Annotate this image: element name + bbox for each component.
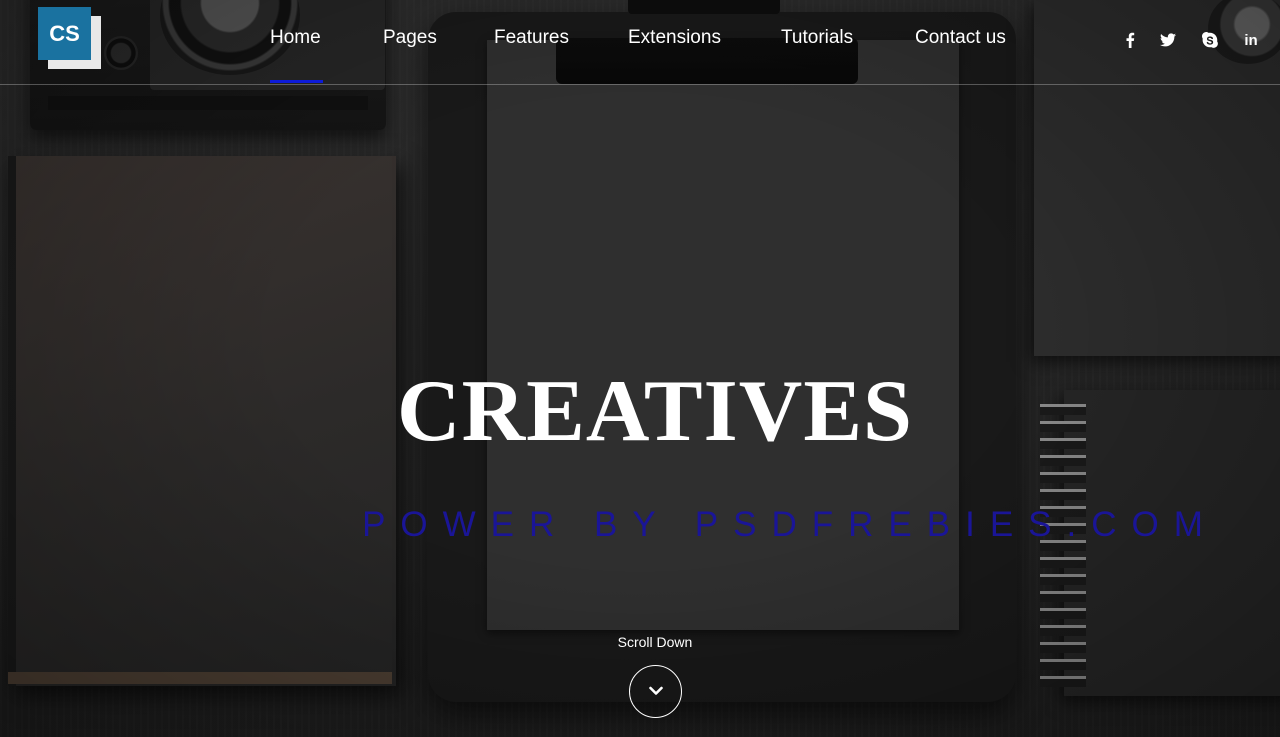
hero-title: CREATIVES xyxy=(397,363,913,460)
nav-item-features[interactable]: Features xyxy=(494,25,569,51)
nav-active-indicator xyxy=(270,80,323,83)
nav-item-extensions[interactable]: Extensions xyxy=(628,25,721,51)
scroll-down-button[interactable] xyxy=(629,665,682,718)
hero-subtitle: POWER BY PSDFREBIES.COM xyxy=(0,504,1280,546)
chevron-down-icon xyxy=(648,683,663,701)
nav-item-tutorials[interactable]: Tutorials xyxy=(781,25,853,51)
linkedin-icon[interactable]: in xyxy=(1240,30,1262,50)
main-nav: Home Pages Features Extensions Tutorials… xyxy=(0,0,1060,85)
hero-subtitle-text: POWER BY PSDFREBIES.COM xyxy=(362,505,1218,544)
facebook-icon[interactable] xyxy=(1119,30,1141,50)
nav-item-contact-us[interactable]: Contact us xyxy=(915,25,1006,51)
linkedin-icon-text: in xyxy=(1244,31,1258,49)
twitter-icon[interactable] xyxy=(1157,30,1179,50)
scroll-down-label: Scroll Down xyxy=(617,634,693,650)
nav-item-home[interactable]: Home xyxy=(270,25,321,51)
nav-item-pages[interactable]: Pages xyxy=(383,25,437,51)
skype-icon[interactable] xyxy=(1199,30,1221,50)
site-header: CS Home Pages Features Extensions Tutori… xyxy=(0,0,1280,85)
